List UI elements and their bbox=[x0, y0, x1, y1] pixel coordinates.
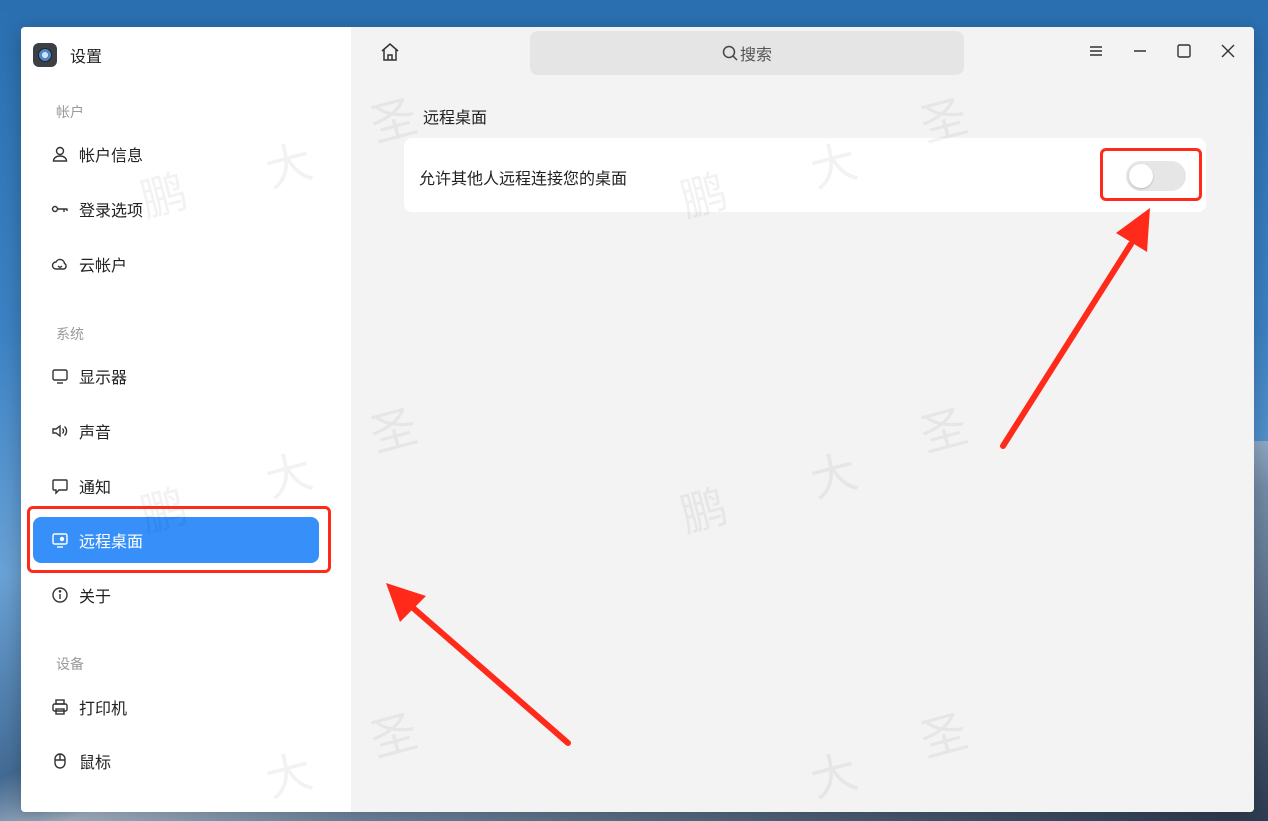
sidebar-item-label: 云帐户 bbox=[79, 256, 128, 275]
window-controls bbox=[1086, 41, 1238, 61]
sidebar-item-label: 关于 bbox=[79, 587, 112, 606]
sidebar-item-label: 显示器 bbox=[79, 368, 128, 387]
settings-app-icon bbox=[33, 43, 57, 67]
speaker-icon bbox=[51, 422, 69, 440]
menu-icon[interactable] bbox=[1086, 41, 1106, 61]
notification-icon bbox=[51, 477, 69, 495]
key-icon bbox=[51, 200, 69, 218]
app-title: 设置 bbox=[70, 47, 103, 66]
close-icon[interactable] bbox=[1218, 41, 1238, 61]
settings-window: 设置 帐户 帐户信息 登录选项 云帐户 系统 显示器 声音 通知 远程桌面 关于… bbox=[21, 27, 1254, 812]
title-bar: 搜索 bbox=[351, 27, 1254, 79]
mouse-icon bbox=[51, 752, 69, 770]
group-label-system: 系统 bbox=[56, 327, 84, 343]
printer-icon bbox=[51, 698, 69, 716]
sidebar-item-label: 鼠标 bbox=[79, 753, 112, 772]
sidebar-item-label: 帐户信息 bbox=[79, 146, 144, 165]
group-label-devices: 设备 bbox=[56, 657, 84, 673]
search-icon bbox=[722, 45, 738, 61]
sidebar-item-label: 登录选项 bbox=[79, 201, 144, 220]
sidebar-item-printer[interactable]: 打印机 bbox=[33, 684, 319, 730]
section-title: 远程桌面 bbox=[423, 108, 488, 127]
sidebar-item-label: 通知 bbox=[79, 478, 112, 497]
app-header: 设置 bbox=[33, 41, 102, 69]
search-label: 搜索 bbox=[739, 45, 772, 64]
minimize-icon[interactable] bbox=[1130, 41, 1150, 61]
sidebar-item-display[interactable]: 显示器 bbox=[33, 353, 319, 399]
search-input[interactable]: 搜索 bbox=[530, 31, 964, 75]
maximize-icon[interactable] bbox=[1174, 41, 1194, 61]
group-label-account: 帐户 bbox=[56, 105, 84, 121]
monitor-icon bbox=[51, 367, 69, 385]
allow-remote-label: 允许其他人远程连接您的桌面 bbox=[419, 169, 628, 188]
main-content: 搜索 远程桌面 允许其他人远程连接您的桌面 bbox=[351, 27, 1254, 812]
sidebar-item-about[interactable]: 关于 bbox=[33, 572, 319, 618]
sidebar-item-label: 声音 bbox=[79, 423, 112, 442]
info-icon bbox=[51, 586, 69, 604]
annotation-box-sidebar bbox=[27, 506, 331, 573]
home-icon[interactable] bbox=[379, 41, 401, 63]
annotation-box-toggle bbox=[1100, 148, 1202, 201]
sidebar-item-label: 打印机 bbox=[79, 699, 128, 718]
sidebar-item-cloud-account[interactable]: 云帐户 bbox=[33, 241, 319, 287]
user-icon bbox=[51, 145, 69, 163]
cloud-icon bbox=[51, 255, 69, 273]
